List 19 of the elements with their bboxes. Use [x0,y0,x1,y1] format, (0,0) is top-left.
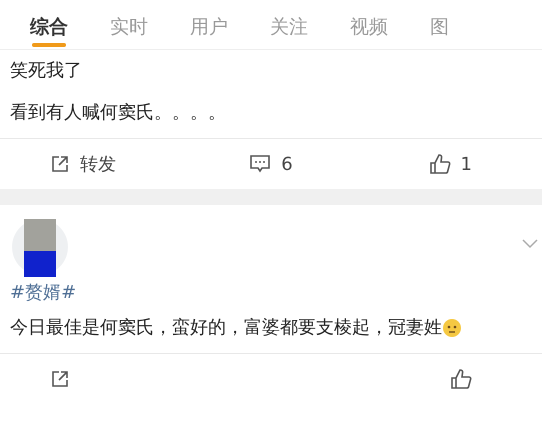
tab[interactable]: 图 [430,18,449,49]
post-text: 看到有人喊何窦氏。。。。 [10,101,226,125]
post-text: 今日最佳是何窦氏，蛮好的，富婆都要支棱起，冠妻姓 [10,316,442,340]
post-text: 笑死我了 [10,59,82,83]
hashtag-link[interactable]: #赘婿# [10,279,532,307]
tab[interactable]: 视频 [350,18,388,49]
comment-count[interactable]: 6 [281,150,293,178]
share-icon[interactable] [50,369,70,389]
repost-label[interactable]: 转发 [80,150,116,178]
tab[interactable]: 综合 [30,18,68,49]
tab[interactable]: 实时 [110,18,148,49]
thumbs-up-icon[interactable] [428,153,451,175]
selected-indicator [32,43,66,47]
share-icon[interactable] [50,154,70,174]
tab[interactable]: 关注 [270,18,308,49]
comment-icon[interactable] [249,154,272,174]
thumbs-up-icon[interactable] [450,368,472,390]
tab[interactable]: 用户 [190,18,228,49]
like-count[interactable]: 1 [460,150,472,178]
